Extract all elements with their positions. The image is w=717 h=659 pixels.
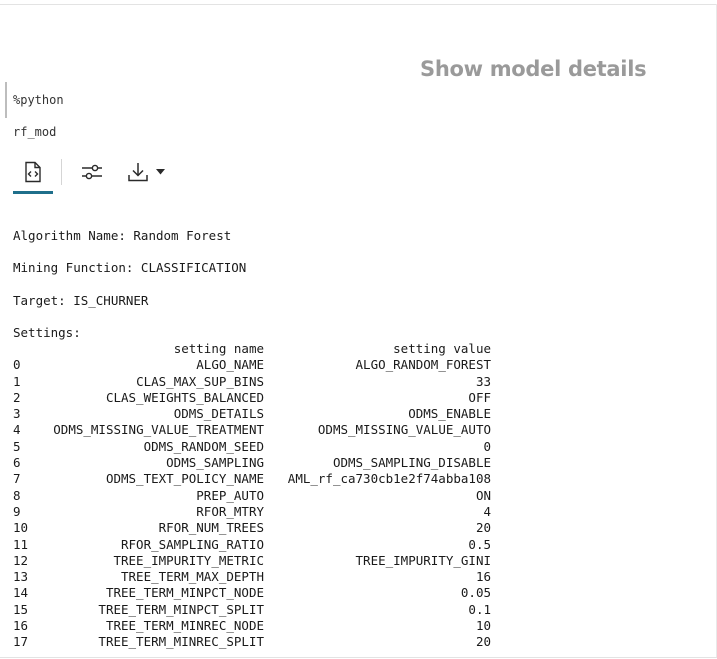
- setting-name: TREE_TERM_MINPCT_SPLIT: [98, 601, 264, 617]
- download-icon: [126, 161, 150, 183]
- table-row: 1 CLAS_MAX_SUP_BINS 33: [13, 374, 491, 390]
- code-output-tab[interactable]: [13, 155, 53, 194]
- settings-table: setting name setting value 0 ALGO_NAME ALG…: [13, 341, 491, 651]
- table-row: 17 TREE_TERM_MINREC_SPLIT 20: [13, 634, 491, 650]
- settings-header-row: setting name setting value: [13, 341, 491, 357]
- code-cell-bar: [5, 82, 7, 118]
- row-index: 6: [13, 455, 21, 471]
- row-index: 15: [13, 601, 29, 617]
- setting-value: 0.05: [460, 585, 491, 601]
- setting-name: TREE_TERM_MINREC_NODE: [105, 618, 264, 634]
- setting-value: ON: [475, 487, 491, 503]
- row-index: 12: [13, 552, 29, 568]
- setting-name: ODMS_SAMPLING: [166, 455, 264, 471]
- table-row: 5 ODMS_RANDOM_SEED 0: [13, 439, 491, 455]
- table-row: 6 ODMS_SAMPLING ODMS_SAMPLING_DISABLE: [13, 455, 491, 471]
- row-index: 10: [13, 520, 29, 536]
- code-line-interpreter[interactable]: %python: [13, 93, 64, 107]
- table-row: 16 TREE_TERM_MINREC_NODE 10: [13, 618, 491, 634]
- setting-value: 20: [475, 520, 491, 536]
- table-row: 15 TREE_TERM_MINPCT_SPLIT 0.1: [13, 602, 491, 618]
- row-index: 11: [13, 536, 29, 552]
- table-row: 12 TREE_IMPURITY_METRIC TREE_IMPURITY_GINI: [13, 553, 491, 569]
- code-file-icon: [23, 161, 43, 183]
- setting-value: 0.1: [468, 601, 491, 617]
- setting-value: ODMS_ENABLE: [408, 406, 491, 422]
- setting-name: ODMS_TEXT_POLICY_NAME: [105, 471, 264, 487]
- table-row: 4 ODMS_MISSING_VALUE_TREATMENT ODMS_MISSIN…: [13, 422, 491, 438]
- table-row: 9 RFOR_MTRY 4: [13, 504, 491, 520]
- setting-value: 16: [475, 569, 491, 585]
- setting-name-header: setting name: [173, 341, 264, 356]
- top-divider: [0, 4, 717, 5]
- settings-label: Settings:: [13, 325, 81, 340]
- active-tab-indicator: [13, 191, 53, 194]
- setting-value: ODMS_MISSING_VALUE_AUTO: [317, 422, 491, 438]
- setting-value: 10: [475, 618, 491, 634]
- setting-name: CLAS_MAX_SUP_BINS: [136, 373, 264, 389]
- setting-value: ALGO_RANDOM_FOREST: [355, 357, 491, 373]
- row-index: 17: [13, 634, 29, 650]
- section-heading: Show model details: [420, 57, 647, 81]
- setting-value: OFF: [468, 389, 491, 405]
- row-index: 1: [13, 373, 21, 389]
- index-header: [13, 341, 43, 357]
- table-row: 8 PREP_AUTO ON: [13, 488, 491, 504]
- setting-value: AML_rf_ca730cb1e2f74abba108: [287, 471, 491, 487]
- row-index: 8: [13, 487, 21, 503]
- setting-value: TREE_IMPURITY_GINI: [355, 552, 491, 568]
- algorithm-name-line: Algorithm Name: Random Forest: [13, 228, 232, 243]
- setting-name: ODMS_DETAILS: [173, 406, 264, 422]
- setting-value-header: setting value: [393, 341, 491, 356]
- mining-function-line: Mining Function: CLASSIFICATION: [13, 260, 247, 275]
- row-index: 5: [13, 438, 21, 454]
- row-index: 14: [13, 585, 29, 601]
- table-row: 0 ALGO_NAME ALGO_RANDOM_FOREST: [13, 357, 491, 373]
- code-line-statement[interactable]: rf_mod: [13, 125, 56, 139]
- setting-name: TREE_IMPURITY_METRIC: [113, 552, 264, 568]
- setting-value: ODMS_SAMPLING_DISABLE: [332, 455, 491, 471]
- row-index: 7: [13, 471, 21, 487]
- setting-name: ODMS_MISSING_VALUE_TREATMENT: [53, 422, 264, 438]
- table-row: 3 ODMS_DETAILS ODMS_ENABLE: [13, 406, 491, 422]
- setting-value: 4: [483, 503, 491, 519]
- target-line: Target: IS_CHURNER: [13, 293, 149, 308]
- table-row: 14 TREE_TERM_MINPCT_NODE 0.05: [13, 585, 491, 601]
- setting-name: TREE_TERM_MINPCT_NODE: [105, 585, 264, 601]
- row-index: 16: [13, 618, 29, 634]
- toolbar-divider: [61, 159, 62, 185]
- setting-name: TREE_TERM_MINREC_SPLIT: [98, 634, 264, 650]
- table-row: 13 TREE_TERM_MAX_DEPTH 16: [13, 569, 491, 585]
- caret-down-icon: [155, 169, 165, 175]
- table-row: 10 RFOR_NUM_TREES 20: [13, 520, 491, 536]
- setting-value: 0.5: [468, 536, 491, 552]
- setting-name: TREE_TERM_MAX_DEPTH: [121, 569, 264, 585]
- setting-value: 20: [475, 634, 491, 650]
- row-index: 13: [13, 569, 29, 585]
- table-row: 11 RFOR_SAMPLING_RATIO 0.5: [13, 537, 491, 553]
- settings-tab[interactable]: [79, 159, 105, 185]
- setting-value: 33: [475, 373, 491, 389]
- row-index: 4: [13, 422, 21, 438]
- setting-name: PREP_AUTO: [196, 487, 264, 503]
- setting-value: 0: [483, 438, 491, 454]
- table-row: 7 ODMS_TEXT_POLICY_NAME AML_rf_ca730cb1e2f…: [13, 471, 491, 487]
- setting-name: ODMS_RANDOM_SEED: [143, 438, 264, 454]
- row-index: 2: [13, 389, 21, 405]
- row-index: 9: [13, 503, 21, 519]
- row-index: 0: [13, 357, 21, 373]
- row-index: 3: [13, 406, 21, 422]
- setting-name: RFOR_SAMPLING_RATIO: [121, 536, 264, 552]
- download-dropdown[interactable]: [121, 159, 169, 185]
- table-row: 2 CLAS_WEIGHTS_BALANCED OFF: [13, 390, 491, 406]
- setting-name: RFOR_MTRY: [196, 503, 264, 519]
- sliders-icon: [81, 163, 103, 181]
- bottom-divider: [0, 657, 717, 658]
- setting-name: CLAS_WEIGHTS_BALANCED: [105, 389, 264, 405]
- setting-name: ALGO_NAME: [196, 357, 264, 373]
- setting-name: RFOR_NUM_TREES: [158, 520, 264, 536]
